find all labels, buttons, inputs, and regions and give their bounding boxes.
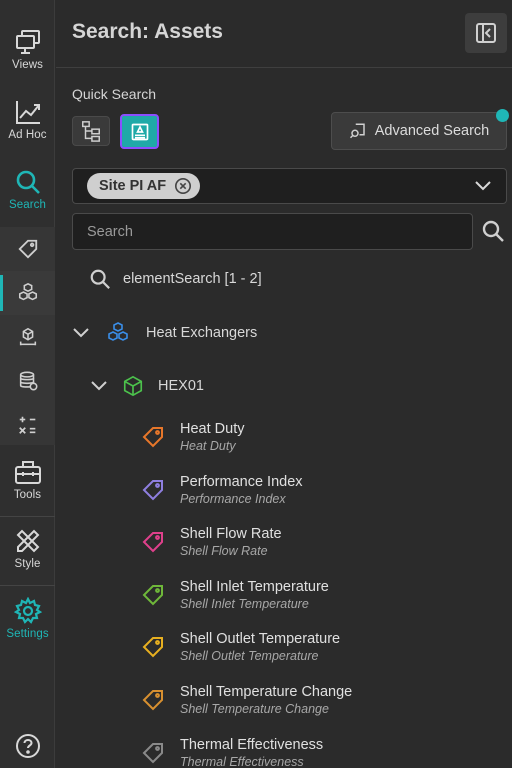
quick-search-label: Quick Search (72, 86, 157, 102)
search-query-label: elementSearch [1 - 2] (123, 271, 262, 287)
search-submit-icon[interactable] (481, 219, 505, 243)
subnav-calculations[interactable] (0, 403, 55, 447)
rail-settings-label: Settings (6, 628, 49, 640)
pencil-ruler-icon (16, 529, 39, 553)
search-icon (16, 170, 40, 194)
help-icon (15, 734, 40, 758)
collapse-panel-icon (476, 23, 496, 43)
tree-node-element-label: HEX01 (158, 378, 204, 394)
tag-icon (142, 742, 163, 764)
server-chip: Site PI AF (87, 173, 201, 199)
subnav-database[interactable] (0, 359, 55, 403)
chevron-down-icon[interactable] (474, 179, 492, 193)
attribute-name: Heat Duty (180, 421, 245, 437)
attribute-name: Shell Inlet Temperature (180, 578, 329, 595)
rail-help[interactable] (0, 733, 55, 759)
tag-icon (142, 532, 163, 553)
tree-node-group-label: Heat Exchangers (146, 325, 258, 341)
rail-divider (0, 585, 55, 586)
page-title: Search: Assets (72, 20, 223, 43)
tree-node-element[interactable]: HEX01 (90, 375, 204, 397)
rail-settings[interactable]: Settings (0, 597, 55, 640)
monitor-icon (15, 30, 40, 54)
cubes-icon (108, 322, 128, 341)
database-icon (19, 371, 37, 391)
server-chip-label: Site PI AF (99, 178, 167, 194)
attribute-description: Shell Inlet Temperature (180, 596, 309, 611)
attribute-name: Shell Flow Rate (180, 526, 282, 543)
search-input[interactable] (72, 213, 473, 250)
search-icon (90, 269, 110, 289)
quick-search-hierarchy-button[interactable] (72, 116, 110, 146)
remove-chip-icon[interactable] (174, 177, 192, 195)
gear-icon (13, 597, 42, 624)
asset-card-icon (131, 123, 148, 140)
tag-icon (142, 690, 163, 711)
attribute-name: Shell Temperature Change (180, 684, 353, 700)
cube-icon (123, 375, 143, 397)
search-panel: Search: Assets Quick Search Advanced Sea… (56, 0, 512, 768)
rail-style[interactable]: Style (0, 527, 55, 570)
attribute-name: Shell Outlet Temperature (180, 631, 341, 648)
rail-search[interactable]: Search (0, 168, 55, 211)
rail-adhoc[interactable]: Ad Hoc (0, 98, 55, 141)
attribute-description: Shell Outlet Temperature (180, 649, 319, 664)
notification-dot (496, 109, 509, 122)
attribute-name: Performance Index (180, 473, 303, 490)
rail-views[interactable]: Views (0, 28, 55, 71)
quick-search-asset-button[interactable] (120, 114, 159, 149)
attribute-description: Heat Duty (180, 439, 236, 453)
collapse-panel-button[interactable] (465, 13, 507, 53)
tag-icon (142, 427, 163, 448)
tag-icon (142, 584, 163, 606)
rail-adhoc-label: Ad Hoc (8, 129, 47, 141)
chevron-down-icon[interactable] (90, 379, 108, 393)
tag-icon (142, 479, 163, 501)
subnav-asset-template[interactable] (0, 315, 55, 359)
subnav-tags[interactable] (0, 227, 55, 271)
hierarchy-icon (82, 121, 100, 142)
tree-node-group[interactable]: Heat Exchangers (72, 322, 257, 344)
cubes-icon (18, 282, 37, 301)
rail-style-label: Style (14, 558, 41, 570)
trend-chart-icon (15, 101, 40, 124)
attribute-name: Thermal Effectiveness (180, 736, 324, 753)
left-nav-rail: Views Ad Hoc Search Tools Style Settings (0, 0, 55, 768)
subnav-assets[interactable] (0, 271, 55, 315)
chevron-down-icon[interactable] (72, 326, 90, 340)
calculator-symbols-icon (18, 416, 35, 434)
rail-tools-label: Tools (13, 489, 42, 501)
attribute-description: Performance Index (180, 491, 286, 506)
attribute-description: Thermal Effectiveness (180, 754, 304, 768)
advanced-search-button[interactable]: Advanced Search (331, 112, 507, 150)
cube-stand-icon (19, 327, 36, 346)
tag-icon (17, 239, 37, 259)
rail-search-label: Search (8, 199, 47, 211)
header-divider (56, 67, 512, 68)
toolbox-icon (14, 461, 41, 484)
attribute-description: Shell Temperature Change (180, 702, 329, 716)
rail-views-label: Views (12, 59, 43, 71)
server-selector[interactable]: Site PI AF (72, 168, 507, 204)
advanced-search-label: Advanced Search (374, 123, 490, 139)
search-document-icon (349, 123, 365, 139)
tag-icon (142, 637, 163, 658)
search-query-row[interactable]: elementSearch [1 - 2] (89, 268, 262, 290)
rail-divider (0, 516, 55, 517)
rail-tools[interactable]: Tools (0, 458, 55, 501)
attribute-description: Shell Flow Rate (180, 544, 268, 559)
